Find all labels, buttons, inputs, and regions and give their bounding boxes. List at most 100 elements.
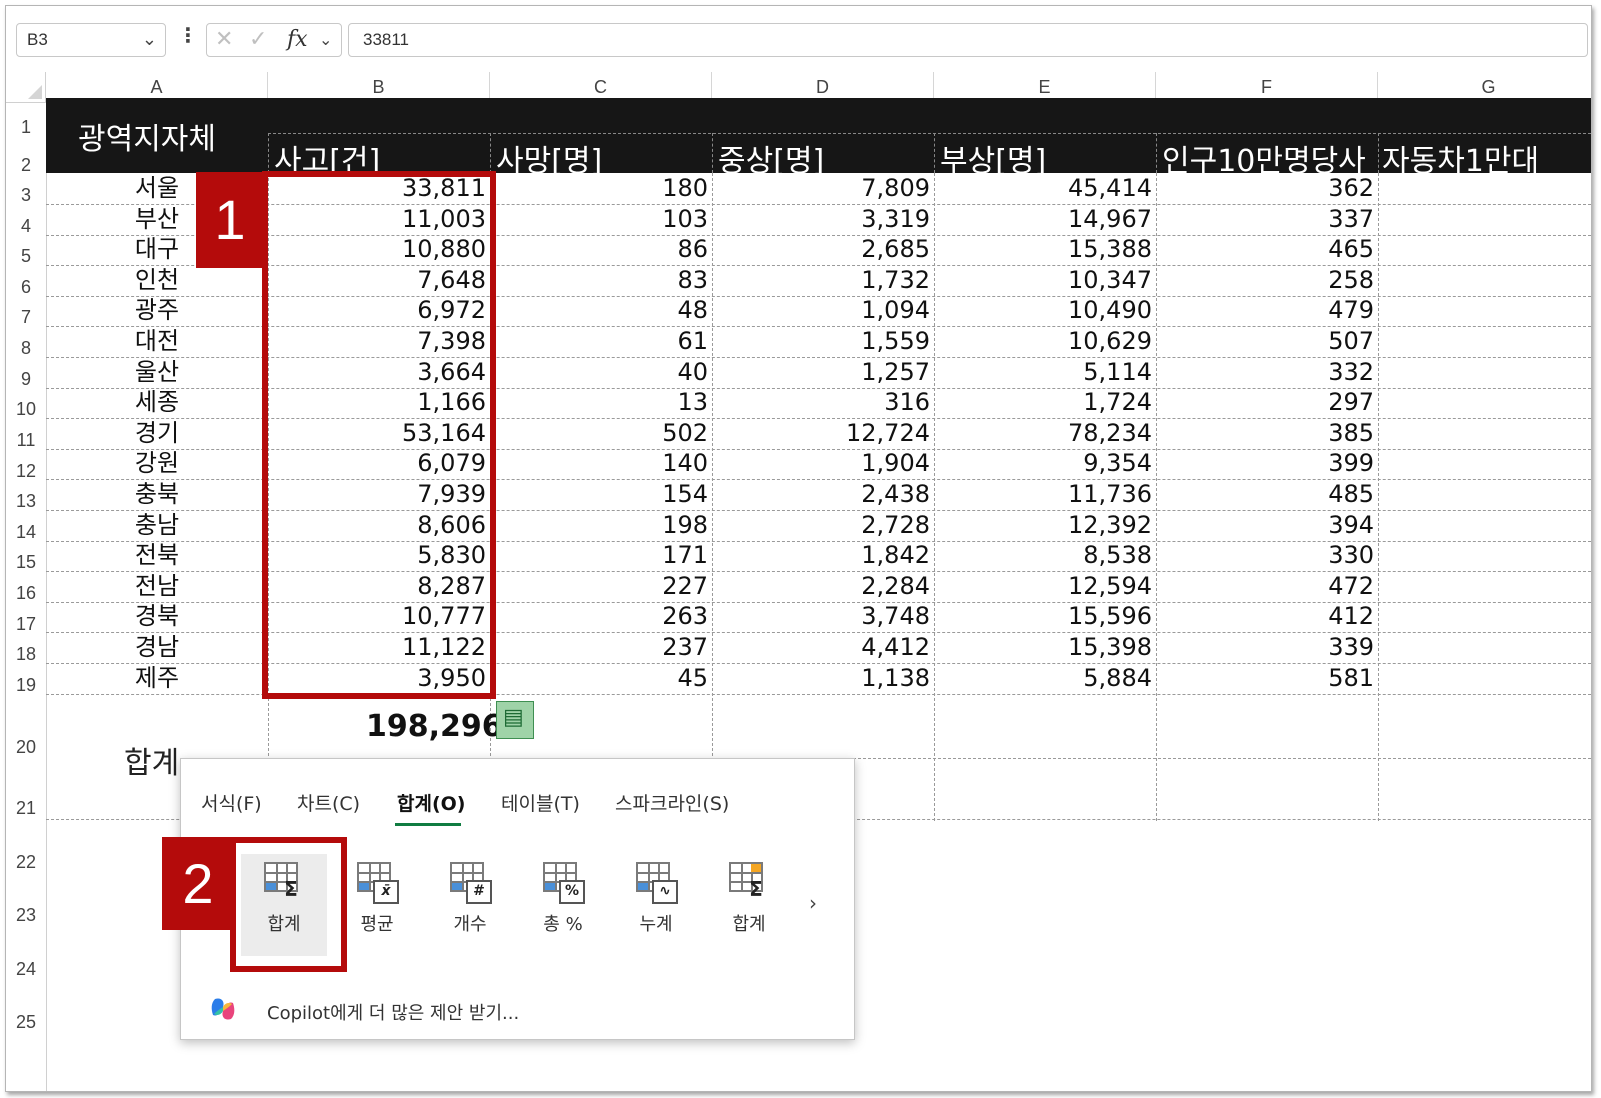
cell-per-10k-cars[interactable] (1378, 571, 1590, 602)
row-header[interactable]: 19 (6, 675, 46, 696)
cell-deaths[interactable]: 48 (490, 295, 712, 326)
row-header[interactable]: 16 (6, 583, 46, 604)
cell-per-100k[interactable]: 399 (1156, 448, 1378, 479)
cell-region[interactable]: 울산 (46, 357, 268, 388)
cell-region[interactable]: 인천 (46, 265, 268, 296)
row-header[interactable]: 23 (6, 905, 46, 926)
chevron-down-icon[interactable]: ⌄ (319, 30, 332, 49)
cell-per-10k-cars[interactable] (1378, 632, 1590, 663)
cell-per-100k[interactable]: 412 (1156, 601, 1378, 632)
row-header[interactable]: 22 (6, 852, 46, 873)
cell-injury[interactable]: 15,388 (934, 234, 1156, 265)
cell-serious-injury[interactable]: 1,904 (712, 448, 934, 479)
cell-per-10k-cars[interactable] (1378, 510, 1590, 541)
cell-serious-injury[interactable]: 2,438 (712, 479, 934, 510)
row-header[interactable]: 21 (6, 798, 46, 819)
cell-per-10k-cars[interactable] (1378, 357, 1590, 388)
cell-serious-injury[interactable]: 1,732 (712, 265, 934, 296)
cell-injury[interactable]: 15,398 (934, 632, 1156, 663)
cell-injury[interactable]: 10,490 (934, 295, 1156, 326)
total-label[interactable]: 합계 (124, 738, 179, 782)
row-header[interactable]: 12 (6, 461, 46, 482)
cell-per-100k[interactable]: 394 (1156, 510, 1378, 541)
row-header[interactable]: 25 (6, 1012, 46, 1033)
header-region[interactable]: 광역지자체 (78, 114, 216, 158)
cell-injury[interactable]: 10,629 (934, 326, 1156, 357)
cell-per-100k[interactable]: 337 (1156, 204, 1378, 235)
cell-per-10k-cars[interactable] (1378, 540, 1590, 571)
cell-per-10k-cars[interactable] (1378, 387, 1590, 418)
cell-deaths[interactable]: 45 (490, 663, 712, 694)
cell-region[interactable]: 대전 (46, 326, 268, 357)
cell-serious-injury[interactable]: 7,809 (712, 173, 934, 204)
cell-per-100k[interactable]: 465 (1156, 234, 1378, 265)
insert-function-icon[interactable]: fx (287, 27, 308, 52)
cell-serious-injury[interactable]: 1,842 (712, 540, 934, 571)
cell-region[interactable]: 전남 (46, 571, 268, 602)
row-header[interactable]: 14 (6, 522, 46, 543)
tab-sparklines[interactable]: 스파크라인(S) (615, 789, 729, 816)
tab-totals[interactable]: 합계(O) (397, 789, 465, 816)
row-header[interactable]: 3 (6, 185, 46, 206)
copilot-suggestions-link[interactable]: Copilot에게 더 많은 제안 받기... (267, 999, 519, 1025)
row-header[interactable]: 20 (6, 737, 46, 758)
cell-injury[interactable]: 14,967 (934, 204, 1156, 235)
cell-serious-injury[interactable]: 3,319 (712, 204, 934, 235)
cell-deaths[interactable]: 502 (490, 418, 712, 449)
cell-per-100k[interactable]: 385 (1156, 418, 1378, 449)
cell-per-10k-cars[interactable] (1378, 663, 1590, 694)
more-options-icon[interactable]: ⋮ (178, 23, 198, 47)
cell-per-10k-cars[interactable] (1378, 173, 1590, 204)
cell-deaths[interactable]: 198 (490, 510, 712, 541)
cell-per-10k-cars[interactable] (1378, 448, 1590, 479)
totals-percent-button[interactable]: % 총 % (520, 854, 606, 956)
cell-injury[interactable]: 5,884 (934, 663, 1156, 694)
cell-per-100k[interactable]: 332 (1156, 357, 1378, 388)
row-header[interactable]: 24 (6, 959, 46, 980)
cell-injury[interactable]: 1,724 (934, 387, 1156, 418)
totals-running-button[interactable]: ∿ 누계 (613, 854, 699, 956)
cell-injury[interactable]: 9,354 (934, 448, 1156, 479)
chevron-down-icon[interactable]: ⌄ (142, 29, 157, 50)
cell-per-100k[interactable]: 479 (1156, 295, 1378, 326)
more-options-chevron-icon[interactable]: › (809, 891, 817, 915)
row-header[interactable]: 5 (6, 246, 46, 267)
cell-serious-injury[interactable]: 3,748 (712, 601, 934, 632)
cancel-icon[interactable]: ✕ (215, 27, 233, 52)
row-header[interactable]: 11 (6, 430, 46, 451)
cell-region[interactable]: 경기 (46, 418, 268, 449)
quick-analysis-button[interactable]: ▤ (496, 701, 534, 739)
cell-serious-injury[interactable]: 316 (712, 387, 934, 418)
cell-injury[interactable]: 45,414 (934, 173, 1156, 204)
select-all-button[interactable] (6, 72, 46, 102)
tab-formatting[interactable]: 서식(F) (201, 789, 262, 816)
cell-per-10k-cars[interactable] (1378, 295, 1590, 326)
row-header[interactable]: 18 (6, 644, 46, 665)
cell-injury[interactable]: 8,538 (934, 540, 1156, 571)
row-header[interactable]: 17 (6, 614, 46, 635)
cell-per-100k[interactable]: 297 (1156, 387, 1378, 418)
cell-deaths[interactable]: 180 (490, 173, 712, 204)
cell-injury[interactable]: 11,736 (934, 479, 1156, 510)
cell-region[interactable]: 충북 (46, 479, 268, 510)
cell-injury[interactable]: 10,347 (934, 265, 1156, 296)
tab-charts[interactable]: 차트(C) (297, 789, 360, 816)
cell-deaths[interactable]: 237 (490, 632, 712, 663)
cell-injury[interactable]: 12,392 (934, 510, 1156, 541)
cell-region[interactable]: 경북 (46, 601, 268, 632)
cell-region[interactable]: 제주 (46, 663, 268, 694)
cell-region[interactable]: 광주 (46, 295, 268, 326)
cell-per-100k[interactable]: 339 (1156, 632, 1378, 663)
cell-deaths[interactable]: 40 (490, 357, 712, 388)
cell-per-10k-cars[interactable] (1378, 601, 1590, 632)
cell-per-10k-cars[interactable] (1378, 234, 1590, 265)
cell-per-100k[interactable]: 258 (1156, 265, 1378, 296)
cell-per-100k[interactable]: 581 (1156, 663, 1378, 694)
cell-serious-injury[interactable]: 4,412 (712, 632, 934, 663)
cell-deaths[interactable]: 171 (490, 540, 712, 571)
cell-deaths[interactable]: 86 (490, 234, 712, 265)
cell-deaths[interactable]: 103 (490, 204, 712, 235)
row-header[interactable]: 6 (6, 277, 46, 298)
cell-region[interactable]: 충남 (46, 510, 268, 541)
cell-deaths[interactable]: 83 (490, 265, 712, 296)
